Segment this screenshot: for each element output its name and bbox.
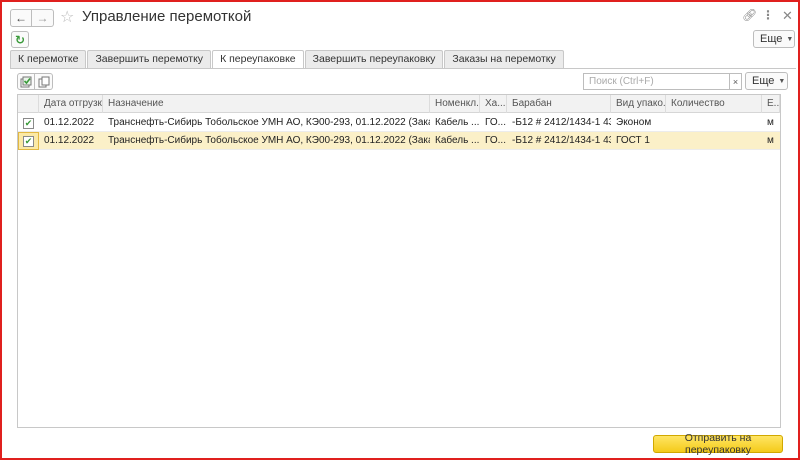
cell-quantity[interactable] <box>666 132 762 150</box>
header-drum[interactable]: Барабан <box>507 95 611 113</box>
tab-rewind-orders[interactable]: Заказы на перемотку <box>444 50 564 68</box>
arrow-right-icon: → <box>36 11 49 25</box>
cell-packing: Эконом <box>616 117 652 128</box>
header-nomenclature[interactable]: Номенкл... <box>430 95 480 113</box>
tab-divider <box>10 68 796 69</box>
cell-characteristic: ГО... <box>485 117 506 128</box>
cell-drum: -Б12 # 2412/1434-1 434 <box>512 117 611 128</box>
tab-repack[interactable]: К переупаковке <box>212 50 304 69</box>
star-icon[interactable]: ☆ <box>60 7 74 27</box>
table-row[interactable]: ✔ 01.12.2022 Транснефть-Сибирь Тобольско… <box>18 114 780 132</box>
header-packing[interactable]: Вид упако... <box>611 95 666 113</box>
check-all-button[interactable] <box>17 73 35 90</box>
panel-more-button[interactable]: Еще ▼ <box>745 72 788 90</box>
arrow-left-icon: ← <box>15 11 27 25</box>
header-characteristic[interactable]: Ха... <box>480 95 507 113</box>
uncheck-all-button[interactable] <box>35 73 53 90</box>
header-check <box>18 95 39 113</box>
refresh-button[interactable]: ↻ <box>11 31 29 48</box>
more-vertical-icon[interactable]: ⋮ <box>762 8 774 22</box>
cell-quantity[interactable] <box>666 114 762 132</box>
more-button-label: Еще <box>760 33 783 45</box>
table-header: Дата отгрузки Назначение Номенкл... Ха..… <box>18 95 780 113</box>
cell-nomenclature: Кабель ... <box>435 135 480 146</box>
caret-down-icon: ▼ <box>786 35 794 43</box>
data-table: Дата отгрузки Назначение Номенкл... Ха..… <box>17 94 781 428</box>
tab-bar: К перемотке Завершить перемотку К переуп… <box>10 50 565 69</box>
caret-down-icon: ▼ <box>778 77 786 85</box>
cell-packing: ГОСТ 1 <box>616 135 650 146</box>
tab-finish-repack[interactable]: Завершить переупаковку <box>304 50 444 68</box>
copy-icon <box>38 76 49 87</box>
page-title: Управление перемоткой <box>82 8 252 25</box>
header-unit[interactable]: Е... <box>762 95 780 113</box>
link-icon[interactable]: 🔗︎ <box>742 8 757 22</box>
cell-nomenclature: Кабель ... <box>435 117 480 128</box>
search-clear-button[interactable]: × <box>729 73 742 90</box>
table-row-selected[interactable]: ✔ 01.12.2022 Транснефть-Сибирь Тобольско… <box>18 132 780 150</box>
cell-unit: м <box>767 117 774 128</box>
window-frame: ← → ☆ Управление перемоткой 🔗︎ ⋮ ✕ ↻ Еще… <box>0 0 800 460</box>
close-icon[interactable]: ✕ <box>782 8 793 24</box>
cell-characteristic: ГО... <box>485 135 506 146</box>
back-button[interactable]: ← <box>10 9 32 27</box>
cell-drum: -Б12 # 2412/1434-1 434 <box>512 135 611 146</box>
more-button[interactable]: Еще ▼ <box>753 30 795 48</box>
row-check-cell[interactable]: ✔ <box>18 132 39 150</box>
header-destination[interactable]: Назначение <box>103 95 430 113</box>
forward-button[interactable]: → <box>32 9 54 27</box>
search-input[interactable] <box>583 73 729 90</box>
header-ship-date[interactable]: Дата отгрузки <box>39 95 103 113</box>
check-all-icon <box>20 76 32 87</box>
refresh-icon: ↻ <box>14 32 26 47</box>
tab-finish-rewind[interactable]: Завершить перемотку <box>87 50 212 68</box>
cell-unit: м <box>767 135 774 146</box>
checkbox[interactable]: ✔ <box>23 117 34 129</box>
tab-rewind[interactable]: К перемотке <box>10 50 87 68</box>
checkbox[interactable]: ✔ <box>23 135 34 147</box>
row-check-cell[interactable]: ✔ <box>18 114 39 132</box>
clear-icon: × <box>732 76 739 87</box>
cell-ship-date: 01.12.2022 <box>44 117 95 128</box>
panel-more-label: Еще <box>752 75 775 87</box>
cell-destination: Транснефть-Сибирь Тобольское УМН АО, КЭ0… <box>108 135 430 146</box>
send-to-repack-button[interactable]: Отправить на переупаковку <box>653 432 783 456</box>
header-quantity[interactable]: Количество <box>666 95 762 113</box>
cell-ship-date: 01.12.2022 <box>44 135 95 146</box>
cell-destination: Транснефть-Сибирь Тобольское УМН АО, КЭ0… <box>108 117 430 128</box>
